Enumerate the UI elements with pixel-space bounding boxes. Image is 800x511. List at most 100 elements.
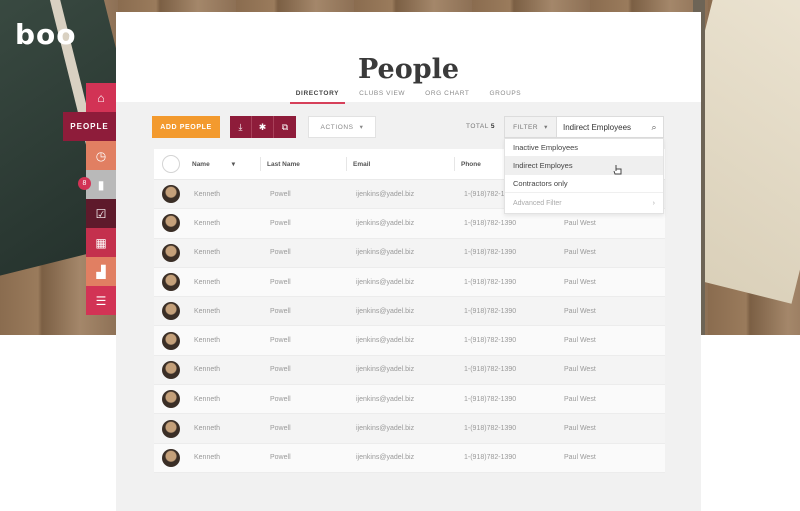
table-row[interactable]: Kenneth Powell ijenkins@yadel.biz 1-(918)78… xyxy=(154,238,665,268)
sort-icon: ▾ xyxy=(231,161,235,168)
actions-label: ACTIONS xyxy=(320,123,354,131)
filter-option[interactable]: Inactive Employees xyxy=(505,139,663,157)
cell-name: Kenneth xyxy=(194,190,221,198)
hand-cursor-icon xyxy=(613,165,622,175)
table-row[interactable]: Kenneth Powell ijenkins@yadel.biz 1-(918)78… xyxy=(154,385,665,415)
cell-name: Kenneth xyxy=(194,337,221,345)
avatar xyxy=(162,273,180,292)
filter-control: FILTER ▾ Indirect Employees ⌕ xyxy=(504,116,664,138)
avatar xyxy=(162,331,180,350)
tab-clubs-view[interactable]: CLUBS VIEW xyxy=(349,90,415,104)
cell-phone: 1-(918)782-1390 xyxy=(464,395,517,403)
chevron-down-icon: ▾ xyxy=(359,124,364,131)
table-row[interactable]: Kenneth Powell ijenkins@yadel.biz 1-(918)78… xyxy=(154,443,665,473)
avatar xyxy=(162,448,180,467)
cell-last-name: Powell xyxy=(270,249,291,257)
total-count: TOTAL 5 xyxy=(466,123,495,130)
filter-input[interactable]: Indirect Employees xyxy=(557,123,645,132)
cell-last-name: Powell xyxy=(270,219,291,227)
cell-manager: Paul West xyxy=(564,425,596,433)
cell-manager: Paul West xyxy=(564,395,596,403)
cell-name: Kenneth xyxy=(194,278,221,286)
cell-email[interactable]: ijenkins@yadel.biz xyxy=(356,279,464,286)
cell-name: Kenneth xyxy=(194,307,221,315)
cell-name: Kenneth xyxy=(194,395,221,403)
cell-last-name: Powell xyxy=(270,278,291,286)
cell-email[interactable]: ijenkins@yadel.biz xyxy=(356,396,464,403)
column-header-last-name[interactable]: Last Name xyxy=(260,157,346,171)
cell-email[interactable]: ijenkins@yadel.biz xyxy=(356,191,464,198)
cell-last-name: Powell xyxy=(270,190,291,198)
tab-org-chart[interactable]: ORG CHART xyxy=(415,90,479,104)
download-icon[interactable]: ⤓ xyxy=(230,116,252,138)
table-row[interactable]: Kenneth Powell ijenkins@yadel.biz 1-(918)78… xyxy=(154,414,665,444)
cell-manager: Paul West xyxy=(564,219,596,227)
cell-last-name: Powell xyxy=(270,307,291,315)
filter-button[interactable]: FILTER ▾ xyxy=(505,117,557,137)
cell-last-name: Powell xyxy=(270,425,291,433)
checkbox-icon[interactable]: ☑ xyxy=(86,199,116,228)
home-icon[interactable]: ⌂ xyxy=(86,83,116,112)
cell-phone: 1-(918)782-1390 xyxy=(464,219,517,227)
avatar xyxy=(162,390,180,409)
cell-name: Kenneth xyxy=(194,219,221,227)
sidebar-item-people[interactable]: PEOPLE xyxy=(63,112,116,141)
cell-email[interactable]: ijenkins@yadel.biz xyxy=(356,249,464,256)
total-label: TOTAL xyxy=(466,123,489,130)
filter-option[interactable]: Indirect Employes xyxy=(505,157,663,175)
cell-email[interactable]: ijenkins@yadel.biz xyxy=(356,220,464,227)
clock-icon[interactable]: ◷ xyxy=(86,141,116,170)
copy-icon[interactable]: ⧉ xyxy=(274,116,296,138)
page-title: People xyxy=(357,54,460,85)
app-logo[interactable]: boo xyxy=(15,18,77,51)
notification-badge: 8 xyxy=(78,177,91,190)
main-panel: People DIRECTORY CLUBS VIEW ORG CHART GROUP… xyxy=(116,12,701,511)
sliders-icon[interactable]: ☰ xyxy=(86,286,116,315)
caret-down-icon: ▾ xyxy=(544,124,548,131)
cell-name: Kenneth xyxy=(194,454,221,462)
cell-email[interactable]: ijenkins@yadel.biz xyxy=(356,308,464,315)
toolbar: ADD PEOPLE ⤓ ✱ ⧉ ACTIONS ▾ TOTAL 5 FILTE… xyxy=(116,116,701,140)
table-icon[interactable]: ▦ xyxy=(86,228,116,257)
cell-manager: Paul West xyxy=(564,337,596,345)
filter-option[interactable]: Contractors only xyxy=(505,175,663,193)
cell-name: Kenneth xyxy=(194,249,221,257)
cell-phone: 1-(918)782-1390 xyxy=(464,425,517,433)
cell-manager: Paul West xyxy=(564,307,596,315)
table-row[interactable]: Kenneth Powell ijenkins@yadel.biz 1-(918)78… xyxy=(154,355,665,386)
table-row[interactable]: Kenneth Powell ijenkins@yadel.biz 1-(918)78… xyxy=(154,297,665,327)
avatar xyxy=(162,302,180,321)
search-icon[interactable]: ⌕ xyxy=(645,122,663,133)
chart-icon[interactable]: ▟ xyxy=(86,257,116,286)
table-row[interactable]: Kenneth Powell ijenkins@yadel.biz 1-(918)78… xyxy=(154,326,665,356)
select-all-checkbox[interactable] xyxy=(162,155,180,173)
cell-name: Kenneth xyxy=(194,366,221,374)
cell-email[interactable]: ijenkins@yadel.biz xyxy=(356,454,464,461)
cell-phone: 1-(918)782-1390 xyxy=(464,366,517,374)
cell-phone: 1-(918)782-1390 xyxy=(464,454,517,462)
column-name-label: Name xyxy=(192,160,210,168)
cell-manager: Paul West xyxy=(564,278,596,286)
cell-manager: Paul West xyxy=(564,366,596,374)
advanced-filter-option[interactable]: Advanced Filter › xyxy=(505,193,663,213)
cell-phone: 1-(918)782-1390 xyxy=(464,337,517,345)
tab-directory[interactable]: DIRECTORY xyxy=(286,90,349,104)
avatar xyxy=(162,214,180,233)
tab-groups[interactable]: GROUPS xyxy=(479,90,531,104)
cell-last-name: Powell xyxy=(270,395,291,403)
table-row[interactable]: Kenneth Powell ijenkins@yadel.biz 1-(918)78… xyxy=(154,267,665,298)
column-header-name[interactable]: Name ▾ xyxy=(186,157,260,171)
cell-email[interactable]: ijenkins@yadel.biz xyxy=(356,337,464,344)
column-header-email[interactable]: Email xyxy=(346,157,454,171)
avatar xyxy=(162,185,180,204)
gear-icon[interactable]: ✱ xyxy=(252,116,274,138)
cell-email[interactable]: ijenkins@yadel.biz xyxy=(356,366,464,373)
add-people-button[interactable]: ADD PEOPLE xyxy=(152,116,220,138)
cell-manager: Paul West xyxy=(564,249,596,257)
advanced-filter-label: Advanced Filter xyxy=(513,199,562,207)
cell-email[interactable]: ijenkins@yadel.biz xyxy=(356,425,464,432)
actions-dropdown[interactable]: ACTIONS ▾ xyxy=(308,116,376,138)
avatar xyxy=(162,243,180,262)
chevron-right-icon: › xyxy=(652,199,655,207)
cell-last-name: Powell xyxy=(270,454,291,462)
